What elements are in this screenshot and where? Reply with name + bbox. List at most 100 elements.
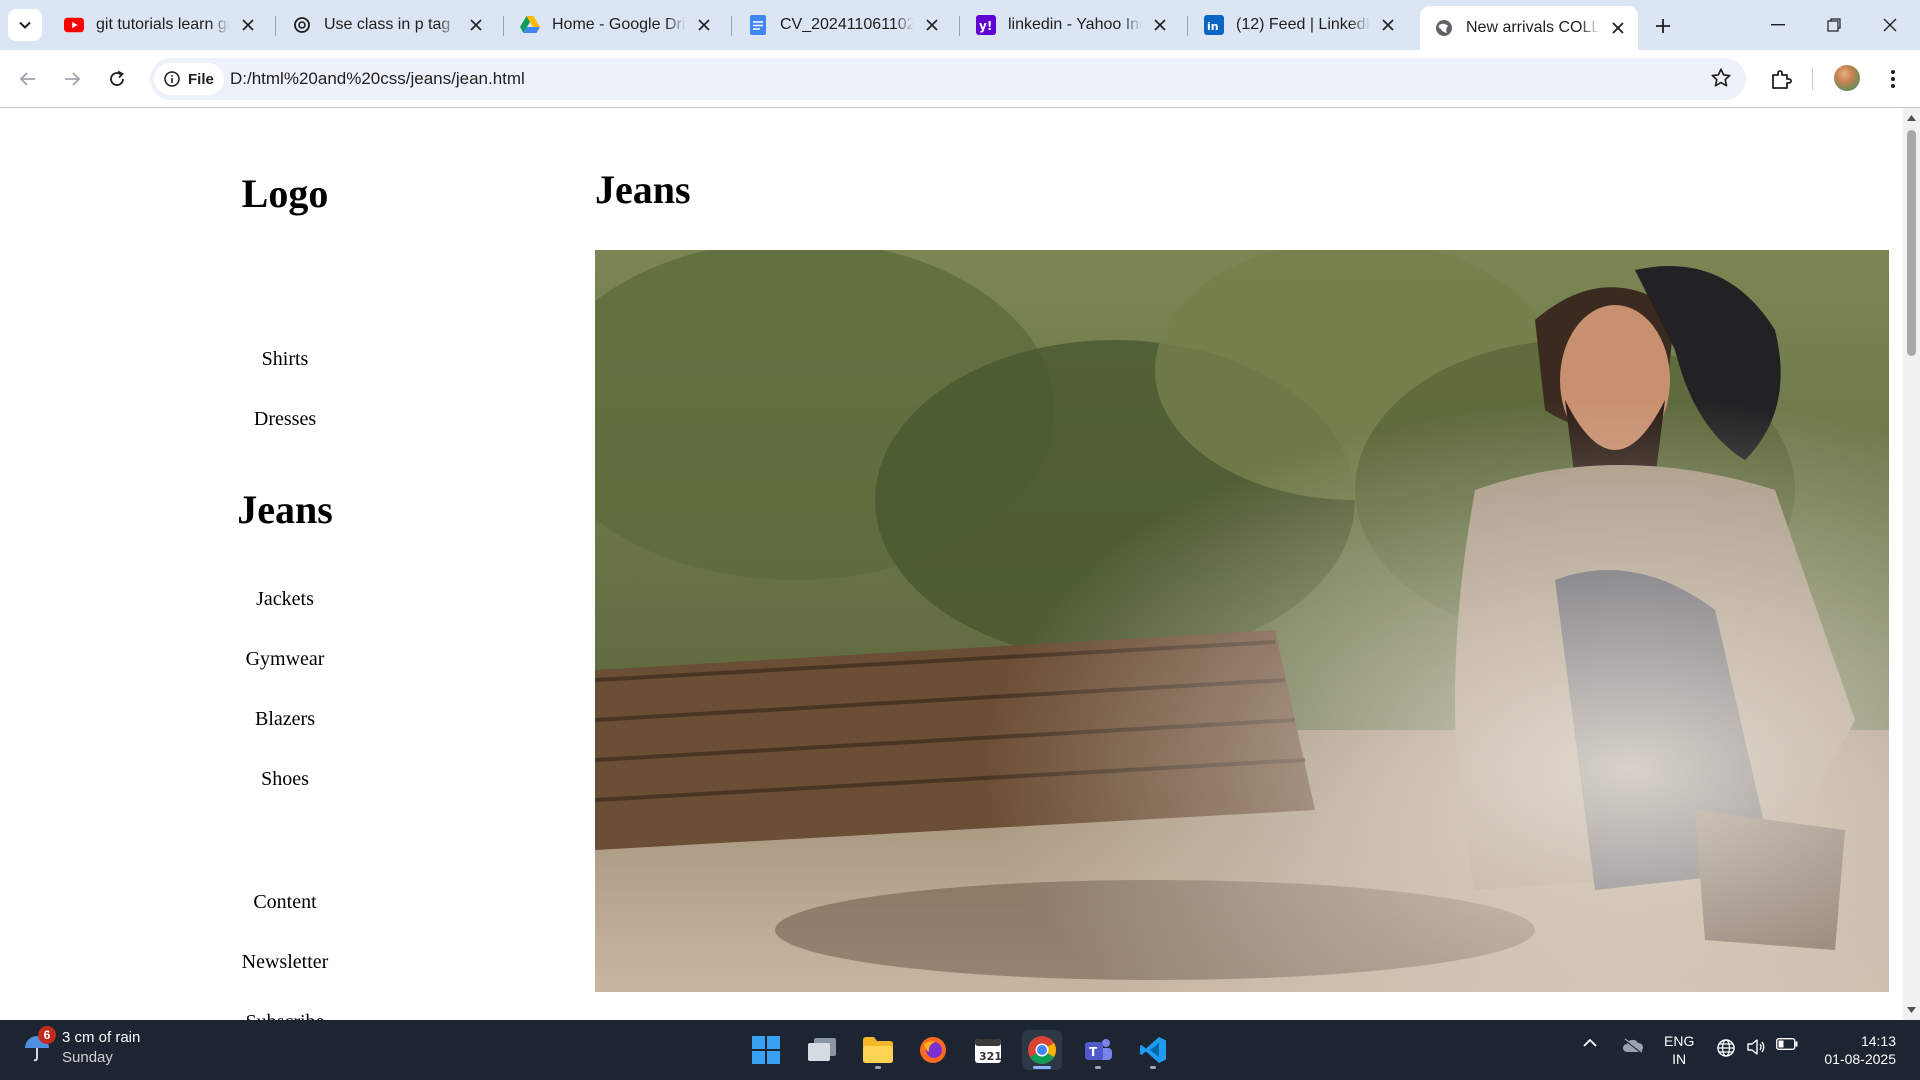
close-icon — [1883, 18, 1897, 32]
task-view-icon — [808, 1038, 836, 1061]
cloud-offline-icon — [1623, 1038, 1644, 1054]
menu-button[interactable] — [1877, 63, 1909, 95]
address-bar[interactable]: File D:/html%20and%20css/jeans/jean.html — [150, 58, 1746, 100]
vscode-button[interactable] — [1133, 1030, 1173, 1070]
running-indicator — [1150, 1066, 1156, 1069]
scrollbar-thumb[interactable] — [1907, 130, 1916, 356]
tab-title: CV_20241106110217 — [780, 16, 914, 33]
svg-text:y!: y! — [979, 19, 992, 33]
tab-separator — [731, 16, 732, 36]
close-icon[interactable] — [1378, 15, 1398, 35]
footer-link-subscribe[interactable]: Subscribe — [0, 1011, 570, 1020]
firefox-button[interactable] — [913, 1030, 953, 1070]
close-icon[interactable] — [1608, 18, 1628, 38]
new-tab-button[interactable] — [1648, 11, 1678, 41]
page-scrollbar[interactable] — [1903, 108, 1920, 1020]
browser-tab-strip: git tutorials learn git Use class in p t… — [0, 0, 1920, 50]
close-icon[interactable] — [922, 15, 942, 35]
close-icon[interactable] — [1150, 15, 1170, 35]
nav-link-dresses[interactable]: Dresses — [0, 408, 570, 431]
tab-title: (12) Feed | LinkedIn — [1236, 16, 1370, 33]
minimize-button[interactable] — [1750, 0, 1806, 50]
input-language-indicator[interactable]: ENG IN — [1664, 1032, 1694, 1068]
chrome-button[interactable] — [1022, 1030, 1062, 1070]
weather-widget[interactable]: 6 3 cm of rain Sunday — [22, 1026, 141, 1068]
close-icon[interactable] — [238, 15, 258, 35]
toolbar-divider — [1812, 68, 1813, 90]
svg-text:T: T — [1089, 1045, 1098, 1059]
scroll-down-arrow-icon[interactable] — [1907, 1007, 1916, 1014]
tab-title: New arrivals COLLECTION — [1466, 19, 1600, 36]
puzzle-icon — [1772, 70, 1792, 89]
site-logo[interactable]: Logo — [0, 170, 570, 217]
file-explorer-button[interactable] — [858, 1030, 898, 1070]
start-button[interactable] — [746, 1030, 786, 1070]
chrome-icon — [1028, 1036, 1056, 1064]
tab-chatgpt[interactable]: Use class in p tag — [278, 6, 496, 44]
scroll-up-arrow-icon[interactable] — [1907, 114, 1916, 121]
url-text[interactable]: D:/html%20and%20css/jeans/jean.html — [230, 69, 525, 89]
system-clock[interactable]: 14:13 01-08-2025 — [1812, 1032, 1896, 1068]
battery-icon — [1776, 1038, 1798, 1050]
reload-button[interactable] — [101, 63, 133, 95]
network-button[interactable] — [1716, 1038, 1736, 1058]
google-drive-icon — [520, 15, 540, 35]
svg-text:321: 321 — [979, 1050, 1002, 1063]
footer-link-content[interactable]: Content — [0, 891, 570, 914]
back-button[interactable] — [12, 63, 44, 95]
battery-button[interactable] — [1776, 1038, 1798, 1050]
teams-button[interactable]: T — [1078, 1030, 1118, 1070]
site-info-chip[interactable]: File — [154, 63, 224, 95]
youtube-icon — [64, 15, 84, 35]
footer-link-newsletter[interactable]: Newsletter — [0, 951, 570, 974]
yahoo-icon: y! — [976, 15, 996, 35]
active-indicator — [1033, 1066, 1051, 1069]
globe-icon — [1434, 18, 1454, 38]
volume-button[interactable] — [1746, 1038, 1766, 1056]
close-icon[interactable] — [466, 15, 486, 35]
browser-toolbar: File D:/html%20and%20css/jeans/jean.html — [0, 50, 1920, 108]
speaker-icon — [1747, 1039, 1765, 1055]
close-icon[interactable] — [694, 15, 714, 35]
chevron-down-icon — [19, 21, 31, 29]
nav-link-gymwear[interactable]: Gymwear — [0, 648, 570, 671]
page-sidebar: Logo Shirts Dresses Jeans Jackets Gymwea… — [0, 108, 570, 1020]
restore-icon — [1827, 18, 1841, 32]
nav-link-shirts[interactable]: Shirts — [0, 348, 570, 371]
tab-separator — [959, 16, 960, 36]
tab-search-button[interactable] — [8, 9, 42, 41]
plus-icon — [1656, 19, 1670, 33]
tab-yahoo[interactable]: y! linkedin - Yahoo India — [962, 6, 1180, 44]
minimize-icon — [1771, 24, 1785, 26]
task-view-button[interactable] — [802, 1030, 842, 1070]
bookmark-star-icon[interactable] — [1710, 67, 1732, 94]
weather-condition: 3 cm of rain — [62, 1029, 141, 1046]
clock-time: 14:13 — [1860, 1033, 1896, 1049]
nav-link-jeans[interactable]: Jeans — [0, 486, 570, 533]
tab-title: Use class in p tag — [324, 16, 451, 33]
clock-date: 01-08-2025 — [1824, 1051, 1896, 1067]
tab-google-docs[interactable]: CV_20241106110217 — [734, 6, 952, 44]
nav-link-blazers[interactable]: Blazers — [0, 708, 570, 731]
forward-button[interactable] — [56, 63, 88, 95]
restore-button[interactable] — [1806, 0, 1862, 50]
extensions-button[interactable] — [1765, 63, 1797, 95]
windows-taskbar: 6 3 cm of rain Sunday 321 T ENG IN 14:13… — [0, 1020, 1920, 1080]
weather-day: Sunday — [62, 1049, 113, 1066]
tab-new-arrivals[interactable]: New arrivals COLLECTION — [1420, 6, 1638, 50]
region-code: IN — [1672, 1051, 1687, 1067]
show-hidden-icons-button[interactable] — [1582, 1038, 1598, 1048]
calendar-app-button[interactable]: 321 — [968, 1030, 1008, 1070]
close-window-button[interactable] — [1862, 0, 1918, 50]
reload-icon — [110, 70, 124, 86]
teams-icon: T — [1085, 1039, 1112, 1060]
tab-linkedin[interactable]: in (12) Feed | LinkedIn — [1190, 6, 1408, 44]
profile-avatar[interactable] — [1834, 65, 1860, 91]
tab-google-drive[interactable]: Home - Google Drive — [506, 6, 724, 44]
calendar-icon: 321 — [975, 1039, 1002, 1063]
onedrive-status[interactable] — [1622, 1038, 1644, 1054]
nav-link-jackets[interactable]: Jackets — [0, 588, 570, 611]
nav-link-shoes[interactable]: Shoes — [0, 768, 570, 791]
tab-youtube[interactable]: git tutorials learn git — [50, 6, 268, 44]
windows-logo-icon — [752, 1036, 780, 1064]
